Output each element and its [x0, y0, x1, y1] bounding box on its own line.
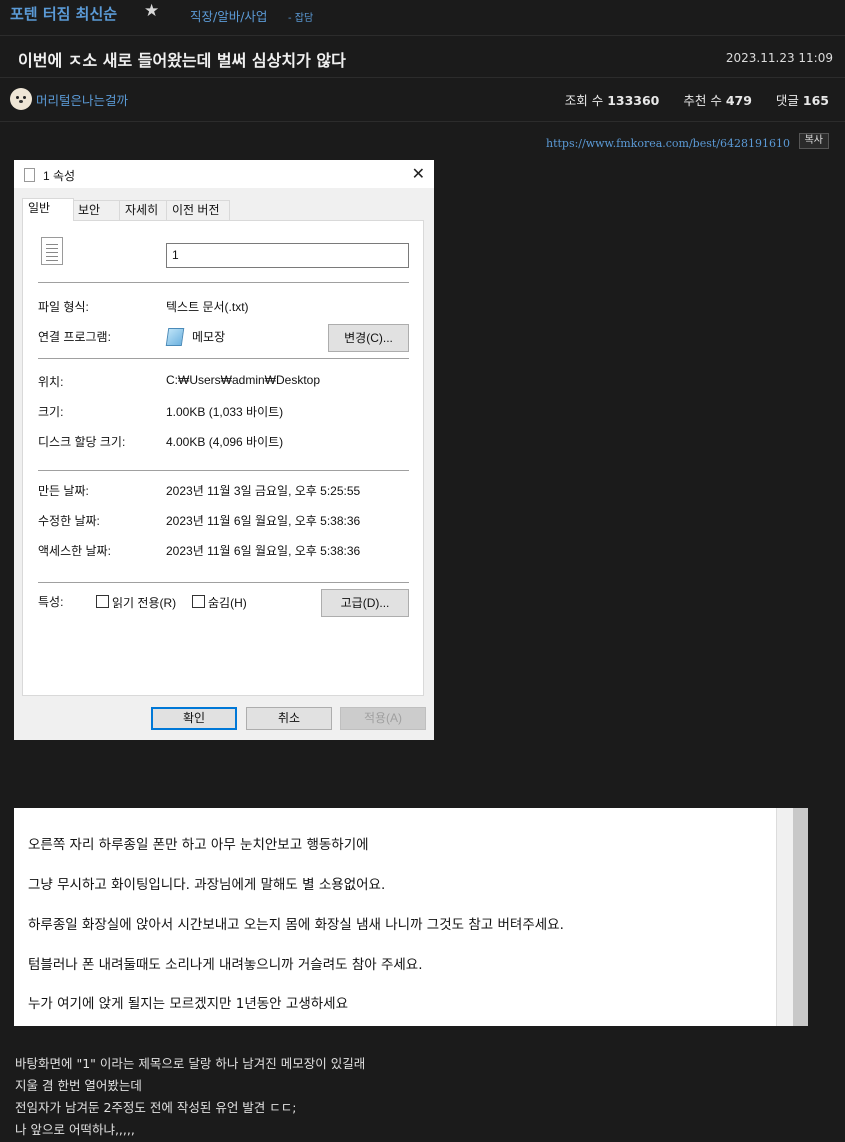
cancel-button[interactable]: 취소 [246, 707, 332, 730]
board-title[interactable]: 포텐 터짐 최신순 [10, 3, 117, 24]
post-body-line: 바탕화면에 "1" 이라는 제목으로 달랑 하나 남겨진 메모장이 있길래 [15, 1056, 366, 1071]
size-label: 크기: [38, 405, 64, 419]
location-label: 위치: [38, 375, 64, 389]
file-type-value: 텍스트 문서(.txt) [166, 300, 249, 314]
avatar[interactable] [10, 88, 32, 110]
divider [38, 582, 409, 583]
disk-size-label: 디스크 할당 크기: [38, 435, 126, 449]
modified-value: 2023년 11월 6일 월요일, 오후 5:38:36 [166, 514, 361, 528]
filename-input[interactable]: 1 [166, 243, 409, 268]
tab-general[interactable]: 일반 [22, 198, 74, 221]
file-type-label: 파일 형식: [38, 300, 89, 314]
accessed-label: 액세스한 날짜: [38, 544, 111, 558]
subcategory-label: 잡담 [294, 13, 314, 24]
size-value: 1.00KB (1,033 바이트) [166, 405, 284, 419]
notepad-line: 그냥 무시하고 화이팅입니다. 과장님에게 말해도 별 소용없어요. [28, 877, 386, 893]
post-url-link[interactable]: https://www.fmkorea.com/best/6428191610 [546, 137, 790, 150]
post-meta-row: 머리털은나는걸까 조회 수 133360 추천 수 479 댓글 165 [0, 78, 845, 122]
advanced-button[interactable]: 고급(D)... [321, 589, 409, 617]
notepad-text-screenshot: 오른쪽 자리 하루종일 폰만 하고 아무 눈치안보고 행동하기에 그냥 무시하고… [14, 808, 808, 1026]
open-with-label: 연결 프로그램: [38, 330, 111, 344]
dialog-titlebar: 1 속성 ✕ [14, 160, 434, 188]
avatar-eye [23, 96, 26, 99]
comments-count: 165 [802, 93, 829, 108]
author-name[interactable]: 머리털은나는걸까 [36, 90, 128, 109]
notepad-scrollbar-track[interactable] [793, 808, 808, 1026]
recommend-stat: 추천 수 479 [683, 93, 752, 108]
readonly-label[interactable]: 읽기 전용(R) [112, 594, 176, 611]
tab-previous-versions[interactable]: 이전 버전 [166, 200, 230, 220]
hidden-checkbox[interactable] [192, 595, 205, 608]
tab-security[interactable]: 보안 [72, 200, 120, 220]
board-header: 포텐 터짐 최신순 ★ 직장/알바/사업 - 잡담 [0, 0, 845, 32]
notepad-line: 오른쪽 자리 하루종일 폰만 하고 아무 눈치안보고 행동하기에 [28, 837, 369, 853]
post-title: 이번에 ㅈ소 새로 들어왔는데 벌써 심상치가 않다 [18, 51, 346, 70]
avatar-eye [16, 96, 19, 99]
copy-url-button[interactable]: 복사 [798, 133, 829, 149]
post-body-line: 지울 겸 한번 열어봤는데 [15, 1078, 142, 1093]
category-link[interactable]: 직장/알바/사업 [190, 6, 267, 25]
subcategory-link[interactable]: - 잡담 [288, 9, 313, 24]
divider [38, 282, 409, 283]
recommend-label: 추천 수 [683, 93, 722, 108]
post-stats: 조회 수 133360 추천 수 479 댓글 165 [545, 90, 829, 109]
post-body-line: 나 앞으로 어떡하냐,,,,, [15, 1122, 135, 1137]
change-button[interactable]: 변경(C)... [328, 324, 409, 352]
close-icon[interactable]: ✕ [412, 164, 425, 184]
location-value: C:₩Users₩admin₩Desktop [166, 373, 321, 387]
created-value: 2023년 11월 3일 금요일, 오후 5:25:55 [166, 484, 361, 498]
disk-size-value: 4.00KB (4,096 바이트) [166, 435, 284, 449]
properties-dialog: 1 속성 ✕ 일반 보안 자세히 이전 버전 1 파일 형식: 텍스트 문서(.… [14, 160, 434, 740]
attributes-label: 특성: [38, 595, 64, 609]
hidden-label[interactable]: 숨김(H) [208, 594, 247, 611]
notepad-line: 텀블러나 폰 내려둘때도 소리나게 내려놓으니까 거슬려도 참아 주세요. [28, 957, 423, 973]
post-body-line: 전임자가 남겨둔 2주정도 전에 작성된 유언 발견 ㄷㄷ; [15, 1100, 297, 1115]
ok-button[interactable]: 확인 [151, 707, 237, 730]
notepad-line: 누가 여기에 앉게 될지는 모르겠지만 1년동안 고생하세요 [28, 996, 348, 1012]
views-label: 조회 수 [564, 93, 604, 108]
comments-stat[interactable]: 댓글 165 [776, 93, 829, 108]
divider [38, 470, 409, 471]
notepad-line: 하루종일 화장실에 앉아서 시간보내고 오는지 몸에 화장실 냄새 나니까 그것… [28, 917, 564, 933]
avatar-nose [19, 100, 23, 103]
notepad-icon [165, 328, 185, 346]
tab-details[interactable]: 자세히 [119, 200, 167, 220]
star-icon[interactable]: ★ [144, 1, 159, 21]
views-stat: 조회 수 133360 [565, 93, 660, 108]
document-icon [24, 168, 35, 182]
views-count: 133360 [607, 93, 660, 108]
divider [38, 358, 409, 359]
open-with-value: 메모장 [192, 330, 226, 344]
dialog-title: 1 속성 [43, 169, 76, 183]
modified-label: 수정한 날짜: [38, 514, 100, 528]
readonly-checkbox[interactable] [96, 595, 109, 608]
comments-label: 댓글 [775, 93, 799, 108]
recommend-count: 479 [725, 93, 752, 108]
accessed-value: 2023년 11월 6일 월요일, 오후 5:38:36 [166, 544, 361, 558]
post-title-row: 이번에 ㅈ소 새로 들어왔는데 벌써 심상치가 않다 2023.11.23 11… [0, 35, 845, 78]
post-date: 2023.11.23 11:09 [725, 51, 833, 65]
general-tab-panel: 1 파일 형식: 텍스트 문서(.txt) 연결 프로그램: 메모장 변경(C)… [22, 220, 424, 696]
apply-button[interactable]: 적용(A) [340, 707, 426, 730]
created-label: 만든 날짜: [38, 484, 89, 498]
notepad-scrollbar[interactable] [776, 808, 808, 1026]
text-file-icon [41, 237, 63, 265]
